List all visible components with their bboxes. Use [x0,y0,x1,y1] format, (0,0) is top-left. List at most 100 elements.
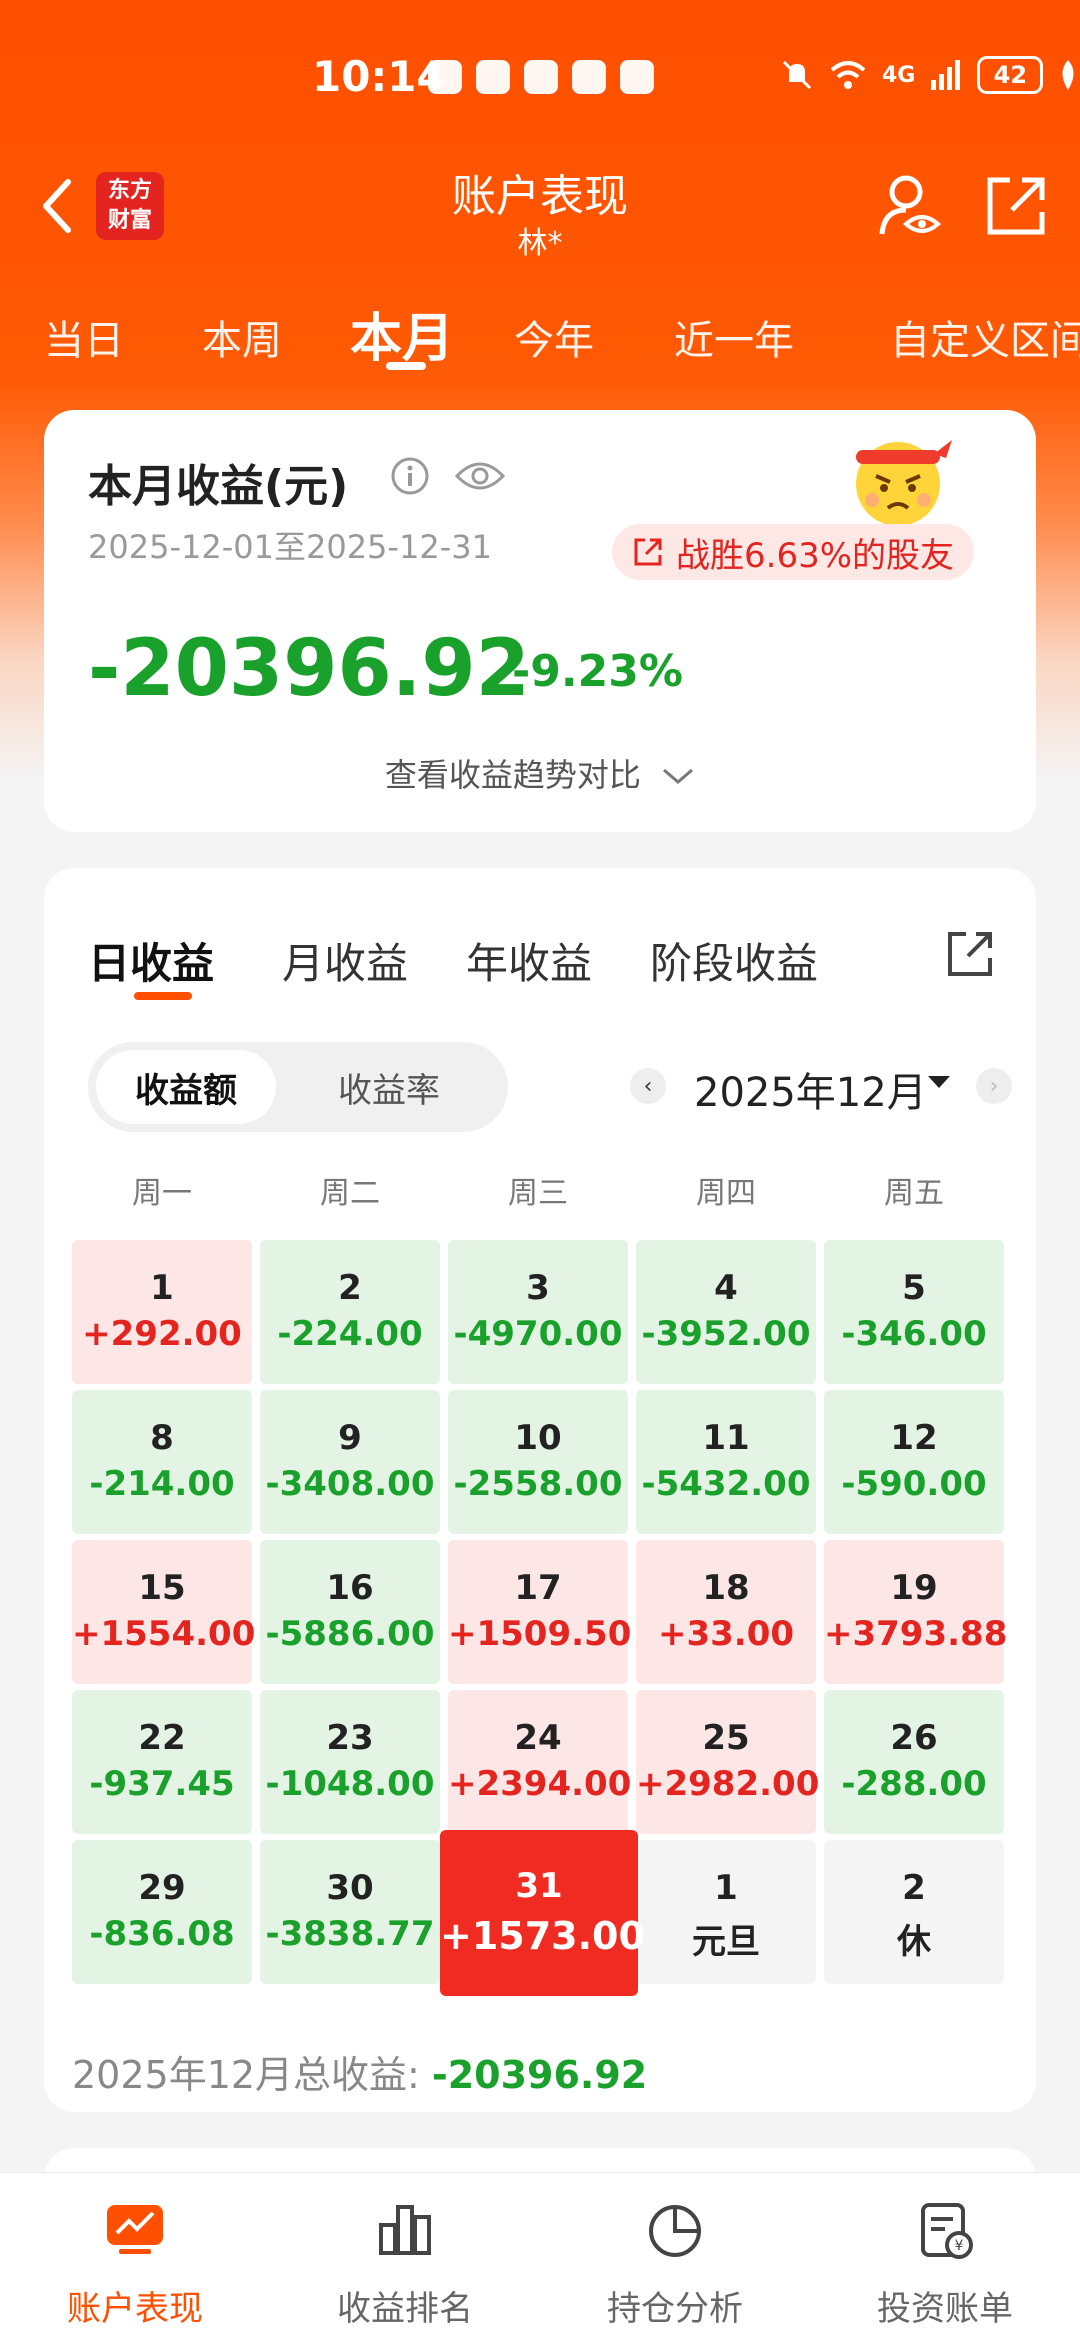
tab-year[interactable]: 今年 [514,308,594,366]
day-profit: -836.08 [89,1914,235,1954]
calendar-day-cell[interactable]: 16 -5886.00 [260,1540,440,1684]
trend-compare-label: 查看收益趋势对比 [384,756,641,794]
tab-custom-range[interactable]: 自定义区间 [890,308,1080,366]
nav-holding-analysis[interactable]: 持仓分析 [540,2173,810,2340]
calendar-day-cell[interactable]: 1 +292.00 [72,1240,252,1384]
calendar-day-cell[interactable]: 4 -3952.00 [636,1240,816,1384]
month-label[interactable]: 2025年12月 [694,1060,927,1118]
day-profit: +1554.00 [72,1614,256,1654]
share-icon[interactable] [982,172,1050,240]
tab-last-year[interactable]: 近一年 [674,308,794,366]
summary-title: 本月收益(元) [88,461,349,512]
calendar-day-cell[interactable]: 19 +3793.88 [824,1540,1008,1684]
profit-amount-option[interactable]: 收益额 [96,1050,276,1124]
wifi-icon [830,61,866,89]
day-profit: -3952.00 [641,1314,811,1354]
tab-week[interactable]: 本周 [202,308,282,366]
day-profit: -5432.00 [641,1464,811,1504]
calendar-day-cell[interactable]: 22 -937.45 [72,1690,252,1834]
day-number: 31 [515,1866,563,1906]
profit-rate-option[interactable]: 收益率 [284,1050,494,1124]
pie-chart-icon [649,2205,701,2257]
app-notification-icon [572,60,606,94]
day-number: 10 [514,1418,562,1458]
calendar-day-cell[interactable]: 2 -224.00 [260,1240,440,1384]
tab-month-indicator [386,362,426,370]
bar-chart-icon [379,2205,431,2255]
calendar-day-cell[interactable]: 18 +33.00 [636,1540,816,1684]
tab-stage-profit[interactable]: 阶段收益 [650,930,818,991]
date-range: 2025-12-01至2025-12-31 [88,528,492,566]
tab-today[interactable]: 当日 [44,308,124,366]
day-profit: -346.00 [841,1314,987,1354]
caret-down-icon[interactable] [928,1076,950,1088]
chevron-left-icon[interactable]: ‹ [630,1068,666,1104]
day-number: 12 [890,1418,938,1458]
calendar-day-cell[interactable]: 5 -346.00 [824,1240,1004,1384]
trend-compare-link[interactable]: 查看收益趋势对比 [44,750,1036,796]
day-number: 19 [890,1568,938,1608]
calendar-day-cell[interactable]: 26 -288.00 [824,1690,1004,1834]
weekday-header: 周一 周二 周三 周四 周五 [72,1168,1012,1218]
battery-level: 42 [993,61,1028,89]
battery-indicator: 42 [977,56,1044,94]
leaf-icon [1062,60,1074,90]
period-tabs: 当日 本周 本月 今年 近一年 自定义区间 [0,296,1080,396]
share-icon[interactable] [944,928,996,980]
calendar-day-cell[interactable]: 12 -590.00 [824,1390,1004,1534]
day-profit: +2394.00 [448,1764,632,1804]
bill-icon: ¥ [921,2203,973,2259]
calendar-day-cell[interactable]: 8 -214.00 [72,1390,252,1534]
day-number: 2 [338,1268,362,1308]
day-profit: +3793.88 [824,1614,1008,1654]
calendar-day-cell[interactable]: 1 元旦 [636,1840,816,1984]
beat-friends-badge[interactable]: 战胜6.63%的股友 [612,524,975,580]
tab-monthly-profit[interactable]: 月收益 [282,930,408,991]
day-number: 2 [902,1868,926,1908]
nav-label: 收益排名 [337,2289,473,2329]
tab-month[interactable]: 本月 [350,296,454,371]
day-number: 1 [714,1868,738,1908]
nav-account-performance[interactable]: 账户表现 [0,2173,270,2340]
info-icon[interactable] [390,456,430,496]
svg-text:¥: ¥ [955,2238,964,2254]
day-number: 9 [338,1418,362,1458]
calendar-day-cell[interactable]: 10 -2558.00 [448,1390,628,1534]
day-number: 30 [326,1868,374,1908]
mascot-icon [856,440,952,526]
calendar-day-cell[interactable]: 24 +2394.00 [448,1690,632,1834]
calendar-day-cell[interactable]: 31 +1573.00 [440,1830,645,1996]
tab-yearly-profit[interactable]: 年收益 [466,930,592,991]
day-number: 23 [326,1718,374,1758]
calendar-day-cell[interactable]: 15 +1554.00 [72,1540,256,1684]
calendar-day-cell[interactable]: 17 +1509.50 [448,1540,632,1684]
nav-label: 持仓分析 [607,2289,743,2329]
bottom-navigation: 账户表现 收益排名 持仓分析 ¥ 投资账单 [0,2172,1080,2340]
app-notification-icon [524,60,558,94]
day-number: 18 [702,1568,750,1608]
app-notification-icon [620,60,654,94]
nav-profit-ranking[interactable]: 收益排名 [270,2173,540,2340]
calendar-day-cell[interactable]: 25 +2982.00 [636,1690,819,1834]
calendar-day-cell[interactable]: 11 -5432.00 [636,1390,816,1534]
day-number: 5 [902,1268,926,1308]
day-number: 15 [138,1568,186,1608]
privacy-user-icon[interactable] [876,172,944,240]
nav-investment-bill[interactable]: ¥ 投资账单 [810,2173,1080,2340]
eye-icon[interactable] [454,458,506,494]
calendar-day-cell[interactable]: 23 -1048.00 [260,1690,440,1834]
tab-daily-profit[interactable]: 日收益 [88,930,214,991]
calendar-day-cell[interactable]: 30 -3838.77 [260,1840,440,1984]
day-profit: +1509.50 [448,1614,632,1654]
calendar-day-cell[interactable]: 3 -4970.00 [448,1240,628,1384]
calendar-day-cell[interactable]: 29 -836.08 [72,1840,252,1984]
day-profit: -937.45 [89,1764,235,1804]
calendar-day-cell[interactable]: 2休 [824,1840,1004,1984]
app-notification-icon [476,60,510,94]
day-profit: +1573.00 [440,1914,645,1958]
status-time: 10:14 [312,52,446,101]
chevron-right-icon[interactable]: › [976,1068,1012,1104]
day-profit: -288.00 [841,1764,987,1804]
calendar-day-cell[interactable]: 9 -3408.00 [260,1390,440,1534]
day-profit: 元旦 [692,1922,760,1962]
